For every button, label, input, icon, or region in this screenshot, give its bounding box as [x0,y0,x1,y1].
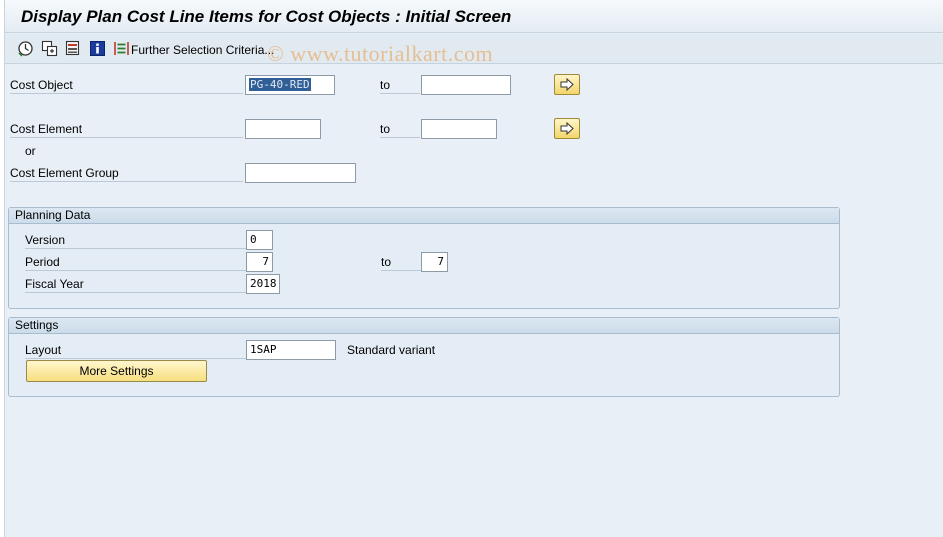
arrow-right-icon [560,121,574,136]
further-selection-button[interactable]: Further Selection Criteria... [131,43,274,57]
planning-data-group: Planning Data Version 0 Period 7 to 7 Fi… [8,207,840,309]
cost-object-multiple-selection-button[interactable] [554,74,580,95]
application-toolbar: Further Selection Criteria... [5,34,943,64]
sap-screen: Display Plan Cost Line Items for Cost Ob… [4,0,943,537]
version-field[interactable]: 0 [246,230,273,250]
layout-description: Standard variant [347,343,436,357]
more-settings-button[interactable]: More Settings [26,360,207,382]
period-label: Period [25,253,246,271]
arrow-right-icon [560,77,574,92]
settings-header: Settings [9,318,839,334]
cost-element-multiple-selection-button[interactable] [554,118,580,139]
cost-object-to-label: to [380,76,420,94]
cost-element-from-field[interactable] [245,119,321,139]
or-label: or [25,144,36,158]
period-to-field[interactable]: 7 [421,252,448,272]
page-title: Display Plan Cost Line Items for Cost Ob… [21,7,512,26]
settings-group: Settings Layout 1SAP Standard variant Mo… [8,317,840,397]
cost-element-group-label: Cost Element Group [10,164,243,182]
version-label: Version [25,231,246,249]
cost-object-label: Cost Object [10,76,243,94]
layout-field[interactable]: 1SAP [246,340,336,360]
save-variant-icon[interactable] [65,40,82,57]
cost-object-from-field[interactable]: PG-40-RED [245,75,335,95]
fiscal-year-label: Fiscal Year [25,275,246,293]
cost-element-label: Cost Element [10,120,243,138]
layout-label: Layout [25,341,246,359]
info-icon[interactable] [89,40,106,57]
execute-icon[interactable] [17,40,34,57]
cost-element-to-field[interactable] [421,119,497,139]
cost-object-to-field[interactable] [421,75,511,95]
period-from-field[interactable]: 7 [246,252,273,272]
period-to-label: to [381,253,421,271]
get-variant-icon[interactable] [41,40,58,57]
cost-element-group-field[interactable] [245,163,356,183]
title-bar: Display Plan Cost Line Items for Cost Ob… [5,0,943,33]
cost-element-to-label: to [380,120,420,138]
further-selection-icon[interactable] [113,40,130,57]
planning-data-header: Planning Data [9,208,839,224]
fiscal-year-field[interactable]: 2018 [246,274,280,294]
